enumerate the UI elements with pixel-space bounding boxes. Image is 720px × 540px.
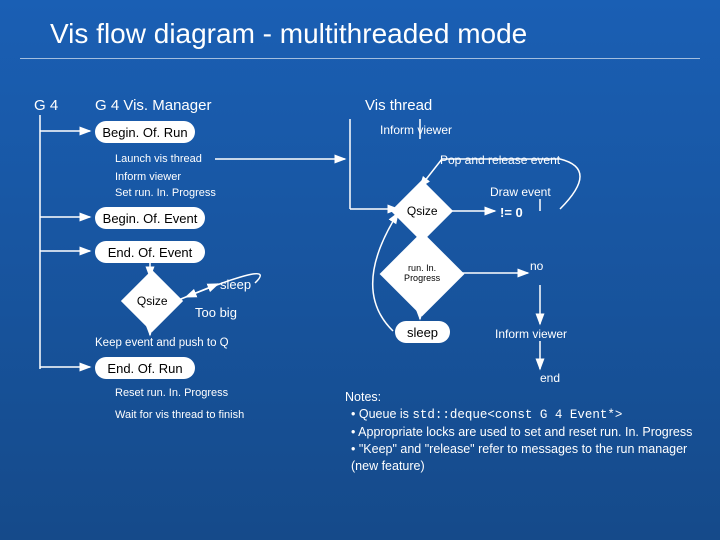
inform-viewer-2-label: Inform viewer xyxy=(495,327,567,341)
vis-thread-label: Vis thread xyxy=(365,97,432,114)
inform-viewer-right-label: Inform viewer xyxy=(380,123,452,137)
draw-event-label: Draw event xyxy=(490,185,551,199)
no-label: no xyxy=(530,259,543,273)
inform-viewer-left-label: Inform viewer xyxy=(115,171,181,183)
notes-item-3: "Keep" and "release" refer to messages t… xyxy=(351,441,700,475)
page-title: Vis flow diagram - multithreaded mode xyxy=(20,0,700,59)
keep-event-label: Keep event and push to Q xyxy=(95,337,229,349)
g4-label: G 4 xyxy=(34,97,58,114)
notes-header: Notes: xyxy=(345,389,700,406)
sleep-left-label: sleep xyxy=(220,277,251,292)
end-of-event-box: End. Of. Event xyxy=(95,241,205,263)
begin-of-event-box: Begin. Of. Event xyxy=(95,207,205,229)
end-of-run-box: End. Of. Run xyxy=(95,357,195,379)
notes-item-1: Queue is std::deque<const G 4 Event*> xyxy=(351,406,700,424)
run-in-progress-diamond: run. In. Progress xyxy=(380,232,465,317)
too-big-label: Too big xyxy=(195,305,237,320)
notes-item-2: Appropriate locks are used to set and re… xyxy=(351,424,700,441)
end-label: end xyxy=(540,371,560,385)
g4vismanager-label: G 4 Vis. Manager xyxy=(95,97,211,114)
begin-of-run-box: Begin. Of. Run xyxy=(95,121,195,143)
qsize-left-diamond: Qsize xyxy=(121,270,183,332)
reset-run-in-progress-label: Reset run. In. Progress xyxy=(115,387,228,399)
notes-block: Notes: Queue is std::deque<const G 4 Eve… xyxy=(345,389,700,474)
diagram-canvas: G 4 G 4 Vis. Manager Vis thread Begin. O… xyxy=(0,59,720,519)
wait-vis-label: Wait for vis thread to finish xyxy=(115,409,244,421)
pop-release-label: Pop and release event xyxy=(440,153,560,167)
neq-zero-label: != 0 xyxy=(500,205,523,220)
sleep-right-box: sleep xyxy=(395,321,450,343)
launch-vis-label: Launch vis thread xyxy=(115,153,202,165)
set-run-in-progress-label: Set run. In. Progress xyxy=(115,187,216,199)
